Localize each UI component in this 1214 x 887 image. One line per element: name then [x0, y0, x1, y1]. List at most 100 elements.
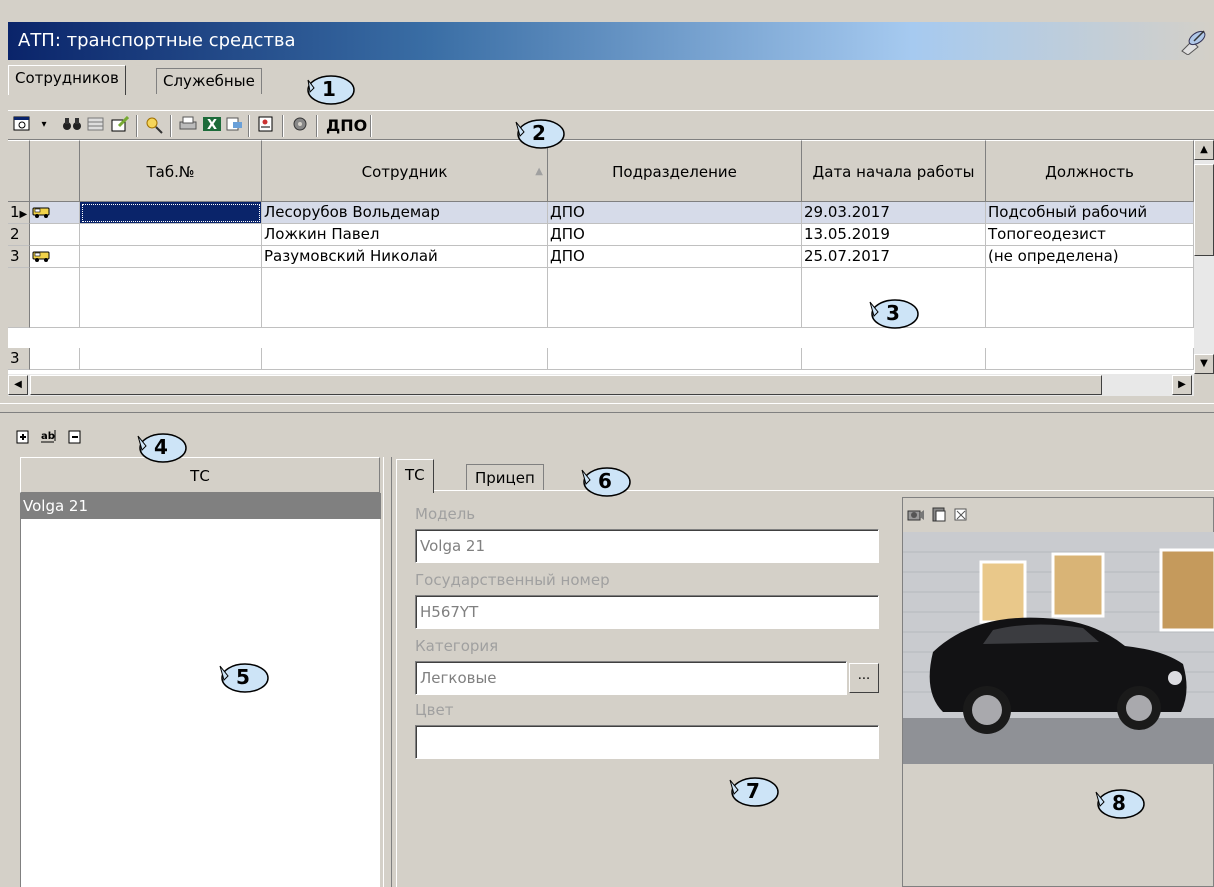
cell-employee[interactable]: Разумовский Николай	[262, 246, 548, 268]
model-field[interactable]: Volga 21	[415, 529, 879, 563]
main-toolbar: ▾ X ДПО	[8, 110, 1214, 140]
scroll-thumb[interactable]	[1194, 164, 1214, 256]
cell-start-date[interactable]: 25.07.2017	[802, 246, 986, 268]
row-indicator	[8, 268, 30, 328]
cell-start-date[interactable]: 29.03.2017	[802, 202, 986, 224]
callout-number: 2	[532, 121, 546, 145]
scroll-thumb[interactable]	[30, 375, 1102, 395]
top-tabstrip: Сотрудников Служебные	[8, 62, 1214, 96]
empty-cell	[30, 348, 80, 370]
scroll-left-icon[interactable]: ◀	[8, 375, 28, 395]
tab-vehicle[interactable]: ТС	[396, 459, 434, 493]
color-field[interactable]	[415, 725, 879, 759]
empty-row	[8, 268, 1194, 328]
grid-filter-icon[interactable]	[86, 116, 106, 134]
toolbar-separator	[136, 115, 138, 137]
cell-position[interactable]: Подсобный рабочий	[986, 202, 1194, 224]
cell-department[interactable]: ДПО	[548, 246, 802, 268]
vehicle-icon	[32, 207, 50, 218]
row-count: 3	[8, 348, 30, 370]
vehicle-icon	[32, 251, 50, 262]
paste-icon[interactable]	[931, 506, 947, 522]
list-item[interactable]: Volga 21	[21, 493, 381, 519]
excel-export-icon[interactable]: X	[202, 116, 222, 134]
callout-2: 2	[512, 116, 566, 150]
cell-tab-no[interactable]	[80, 202, 262, 224]
cell-department[interactable]: ДПО	[548, 224, 802, 246]
vehicles-list-header[interactable]: ТС	[20, 457, 380, 493]
cell-tab-no[interactable]	[80, 246, 262, 268]
row-indicator: 1▶	[8, 202, 30, 224]
find-person-icon[interactable]	[144, 116, 164, 134]
column-header-position[interactable]: Должность	[986, 140, 1194, 202]
cell-position[interactable]: (не определена)	[986, 246, 1194, 268]
callout-3: 3	[866, 296, 920, 330]
horizontal-splitter[interactable]	[0, 403, 1214, 413]
scroll-up-icon[interactable]: ▲	[1194, 140, 1214, 160]
card-icon[interactable]	[256, 116, 276, 134]
satellite-icon	[1181, 30, 1206, 55]
grid-vertical-scrollbar[interactable]: ▲ ▼	[1194, 140, 1214, 374]
edit-form-icon[interactable]	[110, 115, 130, 134]
vehicle-flag-cell	[30, 246, 80, 268]
binoculars-icon[interactable]	[62, 116, 82, 134]
table-row[interactable]: 2 Ложкин Павел ДПО 13.05.2019 Топогеодез…	[8, 224, 1194, 246]
add-icon[interactable]	[16, 430, 30, 444]
cell-position[interactable]: Топогеодезист	[986, 224, 1194, 246]
employees-grid[interactable]: Таб.№ Сотрудник ▲ Подразделение Дата нача…	[8, 140, 1194, 374]
callout-number: 6	[598, 469, 612, 493]
tab-service-label: Служебные	[163, 72, 255, 90]
window-titlebar: АТП: транспортные средства	[8, 22, 1214, 60]
rename-icon[interactable]: ab	[40, 428, 62, 444]
remove-icon[interactable]	[68, 430, 82, 444]
callout-6: 6	[578, 464, 632, 498]
settings-gear-icon[interactable]	[290, 116, 310, 134]
vehicle-flag-cell	[30, 224, 80, 246]
plate-field[interactable]: Н567YT	[415, 595, 879, 629]
svg-text:ab: ab	[41, 431, 55, 442]
category-browse-button[interactable]: ...	[849, 663, 879, 693]
table-row[interactable]: 3 Разумовский Николай ДПО 25.07.2017 (не…	[8, 246, 1194, 268]
column-header-employee[interactable]: Сотрудник ▲	[262, 140, 548, 202]
scroll-right-icon[interactable]: ▶	[1172, 375, 1192, 395]
callout-number: 5	[236, 665, 250, 689]
empty-cell	[548, 348, 802, 370]
vehicles-list[interactable]: Volga 21	[20, 493, 381, 887]
table-row[interactable]: 1▶ Лесорубов Вольдемар ДПО 29.03.2017 По…	[8, 202, 1194, 224]
tab-service[interactable]: Служебные	[156, 68, 262, 94]
print-icon[interactable]	[178, 116, 198, 134]
view-mode-icon[interactable]	[12, 116, 32, 134]
dropdown-arrow-icon[interactable]: ▾	[34, 116, 54, 134]
vertical-splitter[interactable]	[383, 457, 392, 887]
clear-photo-icon[interactable]	[953, 506, 969, 522]
export-icon[interactable]	[224, 116, 244, 134]
cell-department[interactable]: ДПО	[548, 202, 802, 224]
callout-1: 1	[302, 72, 356, 106]
tab-trailer[interactable]: Прицеп	[466, 464, 544, 491]
empty-cell	[30, 268, 80, 328]
sort-asc-icon: ▲	[535, 166, 543, 177]
scroll-down-icon[interactable]: ▼	[1194, 354, 1214, 374]
tab-employees[interactable]: Сотрудников	[8, 65, 126, 95]
callout-number: 8	[1112, 791, 1126, 815]
svg-text:X: X	[207, 118, 217, 132]
camera-icon[interactable]	[907, 506, 925, 522]
column-header-tab-no[interactable]: Таб.№	[80, 140, 262, 202]
cell-start-date[interactable]: 13.05.2019	[802, 224, 986, 246]
callout-7: 7	[726, 774, 780, 808]
cell-tab-no[interactable]	[80, 224, 262, 246]
callout-number: 7	[746, 779, 760, 803]
column-header-department[interactable]: Подразделение	[548, 140, 802, 202]
column-header-start-date[interactable]: Дата начала работы	[802, 140, 986, 202]
department-filter-label[interactable]: ДПО	[326, 115, 367, 137]
cell-employee[interactable]: Лесорубов Вольдемар	[262, 202, 548, 224]
cell-employee[interactable]: Ложкин Павел	[262, 224, 548, 246]
grid-horizontal-scrollbar[interactable]: ◀ ▶	[8, 374, 1194, 396]
callout-8: 8	[1092, 786, 1146, 820]
callout-4: 4	[134, 430, 188, 464]
row-indicator: 3	[8, 246, 30, 268]
empty-cell	[262, 268, 548, 328]
empty-cell	[986, 268, 1194, 328]
grid-header: Таб.№ Сотрудник ▲ Подразделение Дата нача…	[8, 140, 1194, 202]
category-field[interactable]: Легковые	[415, 661, 847, 695]
